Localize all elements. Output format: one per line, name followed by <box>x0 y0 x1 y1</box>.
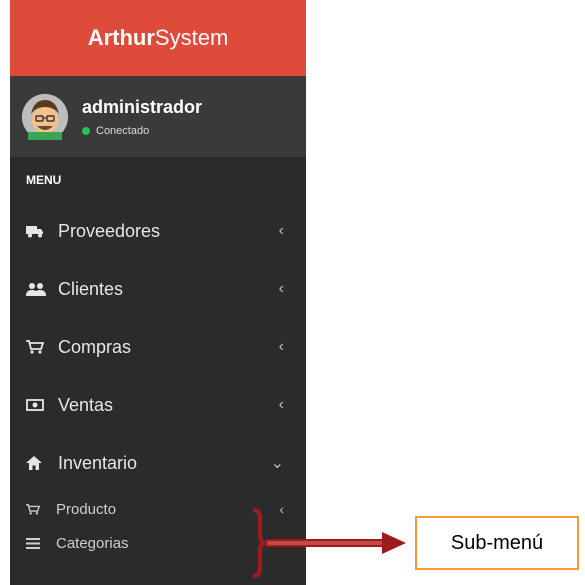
status-label: Conectado <box>96 124 150 137</box>
submenu-item-label: Categorias <box>56 534 129 552</box>
user-status: Conectado <box>82 125 202 137</box>
brand-name-regular: System <box>154 25 229 50</box>
annotation-arrow <box>266 532 406 554</box>
list-icon <box>26 537 44 549</box>
chevron-left-icon: ‹ <box>278 280 284 297</box>
chevron-left-icon: ‹ <box>279 501 284 517</box>
cart-icon <box>26 340 48 354</box>
avatar-illustration <box>22 93 68 140</box>
sidebar: Arthur System administrador Conectado MEN… <box>10 0 306 585</box>
sidebar-item-label: Compras <box>58 336 132 357</box>
chevron-left-icon: ‹ <box>278 338 284 355</box>
sidebar-item-compras[interactable]: Compras ‹ <box>10 318 306 376</box>
submenu-callout: Sub-menú <box>415 516 579 570</box>
avatar <box>22 93 68 140</box>
home-icon <box>26 456 48 470</box>
annotation-bracket <box>252 508 267 578</box>
status-dot <box>82 126 90 135</box>
sidebar-item-label: Proveedores <box>58 220 161 241</box>
brand-name-bold: Arthur <box>87 25 155 50</box>
cart-icon <box>26 503 44 515</box>
sidebar-item-ventas[interactable]: Ventas ‹ <box>10 376 306 434</box>
money-icon <box>26 399 48 411</box>
submenu-item-label: Producto <box>56 500 117 518</box>
sidebar-item-label: Ventas <box>58 394 114 415</box>
truck-icon <box>26 224 48 238</box>
chevron-down-icon: ⌄ <box>270 455 284 472</box>
menu-header: MENU <box>26 172 62 187</box>
brand-logo[interactable]: Arthur System <box>10 0 306 76</box>
users-icon <box>26 282 48 296</box>
sidebar-item-proveedores[interactable]: Proveedores ‹ <box>10 202 306 260</box>
sidebar-item-label: Inventario <box>58 452 138 473</box>
sidebar-item-label: Clientes <box>58 278 124 299</box>
sidebar-item-clientes[interactable]: Clientes ‹ <box>10 260 306 318</box>
chevron-left-icon: ‹ <box>278 222 284 239</box>
chevron-left-icon: ‹ <box>278 396 284 413</box>
user-name: administrador <box>82 96 203 117</box>
sidebar-item-inventario[interactable]: Inventario ⌄ <box>10 434 306 492</box>
user-panel: administrador Conectado <box>10 76 306 157</box>
